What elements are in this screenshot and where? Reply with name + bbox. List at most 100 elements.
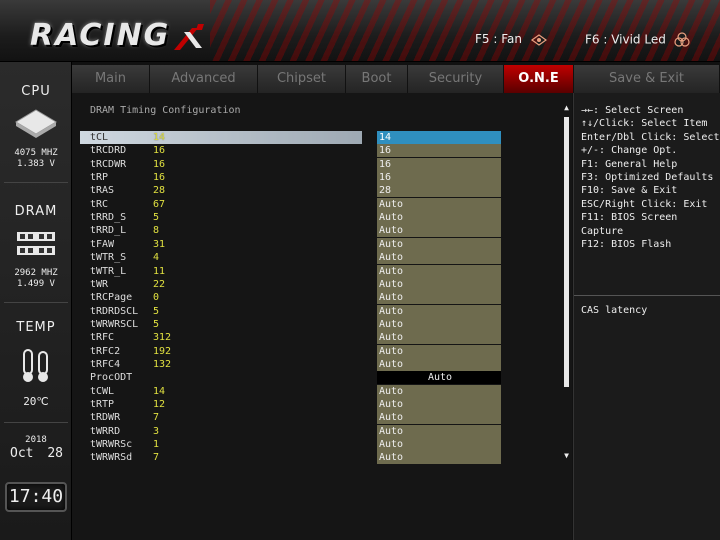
timing-current-value: 4 bbox=[153, 252, 160, 263]
timing-row-trc[interactable]: tRC 67 bbox=[80, 198, 362, 211]
scroll-up-icon[interactable]: ▲ bbox=[562, 103, 571, 113]
led-icon bbox=[674, 32, 690, 47]
tab-main[interactable]: Main bbox=[72, 65, 150, 93]
timing-row-trdwr[interactable]: tRDWR 7 bbox=[80, 411, 362, 424]
sidebar-divider bbox=[4, 422, 68, 423]
timing-name: tWTR_S bbox=[90, 252, 127, 263]
cpu-label: CPU bbox=[21, 84, 51, 99]
hotkey-fan-label: F5 : Fan bbox=[475, 32, 522, 46]
timing-row-twtr_l[interactable]: tWTR_L 11 bbox=[80, 265, 362, 278]
cpu-frequency: 4075 MHZ bbox=[14, 148, 58, 158]
timing-name: tCL bbox=[90, 132, 109, 143]
timing-setting-trrd_s[interactable]: Auto bbox=[377, 211, 501, 224]
timing-current-value: 16 bbox=[153, 172, 166, 183]
help-panel: →←: Select Screen ↑↓/Click: Select Item En… bbox=[573, 93, 720, 540]
tab-chipset[interactable]: Chipset bbox=[258, 65, 346, 93]
timing-setting-twrrd[interactable]: Auto bbox=[377, 425, 501, 438]
timing-row-trtp[interactable]: tRTP 12 bbox=[80, 398, 362, 411]
timing-setting-trcdrd[interactable]: 16 bbox=[377, 144, 501, 157]
timing-current-value: 1 bbox=[153, 439, 160, 450]
tab-boot[interactable]: Boot bbox=[346, 65, 408, 93]
timing-name: tWRRD bbox=[90, 426, 121, 437]
timing-name: tWR bbox=[90, 279, 109, 290]
timing-row-trrd_l[interactable]: tRRD_L 8 bbox=[80, 224, 362, 237]
timing-setting-tras[interactable]: 28 bbox=[377, 184, 501, 197]
tab-security[interactable]: Security bbox=[408, 65, 504, 93]
timing-current-value: 5 bbox=[153, 212, 160, 223]
hotkey-fan[interactable]: F5 : Fan bbox=[475, 32, 548, 46]
help-line: Enter/Dbl Click: Select bbox=[581, 131, 720, 143]
header-bar: RACING F5 : Fan F6 : Vivid Led bbox=[0, 0, 720, 62]
timing-row-trdrdscl[interactable]: tRDRDSCL 5 bbox=[80, 305, 362, 318]
tab-advanced[interactable]: Advanced bbox=[150, 65, 258, 93]
timing-setting-twrwrsd[interactable]: Auto bbox=[377, 451, 501, 464]
timing-name: tWTR_L bbox=[90, 266, 127, 277]
help-line: F1: General Help bbox=[581, 158, 678, 170]
timing-setting-twtr_s[interactable]: Auto bbox=[377, 251, 501, 264]
hotkey-vivid-led[interactable]: F6 : Vivid Led bbox=[585, 32, 690, 48]
section-title: DRAM Timing Configuration bbox=[90, 105, 241, 116]
timing-name: tRFC2 bbox=[90, 346, 121, 357]
timing-setting-trdrdscl[interactable]: Auto bbox=[377, 305, 501, 318]
help-divider bbox=[574, 295, 720, 296]
timing-setting-tfaw[interactable]: Auto bbox=[377, 238, 501, 251]
timing-name: tRAS bbox=[90, 185, 115, 196]
timing-row-trcpage[interactable]: tRCPage 0 bbox=[80, 291, 362, 304]
scrollbar[interactable]: ▲ ▼ bbox=[562, 103, 571, 463]
timing-row-twrrd[interactable]: tWRRD 3 bbox=[80, 425, 362, 438]
timing-setting-twr[interactable]: Auto bbox=[377, 278, 501, 291]
scrollbar-thumb[interactable] bbox=[564, 117, 569, 387]
timing-name: tRCDRD bbox=[90, 145, 127, 156]
timing-row-twtr_s[interactable]: tWTR_S 4 bbox=[80, 251, 362, 264]
timing-setting-trfc4[interactable]: Auto bbox=[377, 358, 501, 371]
timing-row-trfc[interactable]: tRFC 312 bbox=[80, 331, 362, 344]
timing-setting-procodt[interactable]: Auto bbox=[377, 371, 501, 384]
timing-row-trcdwr[interactable]: tRCDWR 16 bbox=[80, 158, 362, 171]
timing-setting-tcwl[interactable]: Auto bbox=[377, 385, 501, 398]
dram-frequency: 2962 MHZ bbox=[14, 268, 58, 278]
clock-display: 17:40 bbox=[5, 482, 67, 512]
timing-row-procodt[interactable]: ProcODT bbox=[80, 371, 362, 384]
timing-setting-twrwrscl[interactable]: Auto bbox=[377, 318, 501, 331]
timing-row-twrwrscl[interactable]: tWRWRSCL 5 bbox=[80, 318, 362, 331]
timing-row-trrd_s[interactable]: tRRD_S 5 bbox=[80, 211, 362, 224]
timing-current-value: 14 bbox=[153, 132, 166, 143]
timing-row-trcdrd[interactable]: tRCDRD 16 bbox=[80, 144, 362, 157]
timing-row-tfaw[interactable]: tFAW 31 bbox=[80, 238, 362, 251]
temp-label: TEMP bbox=[16, 320, 56, 335]
timing-setting-twtr_l[interactable]: Auto bbox=[377, 265, 501, 278]
tab-one[interactable]: O.N.E bbox=[504, 65, 574, 93]
timing-row-tras[interactable]: tRAS 28 bbox=[80, 184, 362, 197]
help-line: +/-: Change Opt. bbox=[581, 145, 678, 157]
timing-setting-tcl[interactable]: 14 bbox=[377, 131, 501, 144]
timing-setting-trrd_l[interactable]: Auto bbox=[377, 224, 501, 237]
scroll-down-icon[interactable]: ▼ bbox=[562, 451, 571, 461]
timing-current-value: 5 bbox=[153, 319, 160, 330]
timing-name: tRFC bbox=[90, 332, 115, 343]
timing-current-value: 132 bbox=[153, 359, 172, 370]
timing-setting-trtp[interactable]: Auto bbox=[377, 398, 501, 411]
cpu-chip-icon bbox=[15, 109, 57, 138]
timing-setting-trfc2[interactable]: Auto bbox=[377, 345, 501, 358]
timing-setting-trdwr[interactable]: Auto bbox=[377, 411, 501, 424]
timing-setting-trp[interactable]: 16 bbox=[377, 171, 501, 184]
timing-setting-twrwrsc[interactable]: Auto bbox=[377, 438, 501, 451]
timing-setting-trfc[interactable]: Auto bbox=[377, 331, 501, 344]
dram-module-icon bbox=[17, 232, 55, 255]
timing-row-tcl[interactable]: tCL 14 bbox=[80, 131, 362, 144]
hotkey-led-label: F6 : Vivid Led bbox=[585, 32, 666, 47]
timing-row-twrwrsc[interactable]: tWRWRSc 1 bbox=[80, 438, 362, 451]
timing-row-twr[interactable]: tWR 22 bbox=[80, 278, 362, 291]
timing-row-trfc2[interactable]: tRFC2 192 bbox=[80, 345, 362, 358]
timing-setting-trc[interactable]: Auto bbox=[377, 198, 501, 211]
header-stripe-decoration bbox=[210, 0, 720, 61]
main-panel: DRAM Timing Configuration tCL 14 14 tRCDRD 1… bbox=[72, 93, 572, 540]
timing-name: tWRWRSd bbox=[90, 452, 133, 463]
timing-row-twrwrsd[interactable]: tWRWRSd 7 bbox=[80, 451, 362, 464]
timing-setting-trcdwr[interactable]: 16 bbox=[377, 158, 501, 171]
timing-row-tcwl[interactable]: tCWL 14 bbox=[80, 385, 362, 398]
timing-row-trp[interactable]: tRP 16 bbox=[80, 171, 362, 184]
timing-row-trfc4[interactable]: tRFC4 132 bbox=[80, 358, 362, 371]
timing-setting-trcpage[interactable]: Auto bbox=[377, 291, 501, 304]
tab-save-exit[interactable]: Save & Exit bbox=[574, 65, 720, 93]
